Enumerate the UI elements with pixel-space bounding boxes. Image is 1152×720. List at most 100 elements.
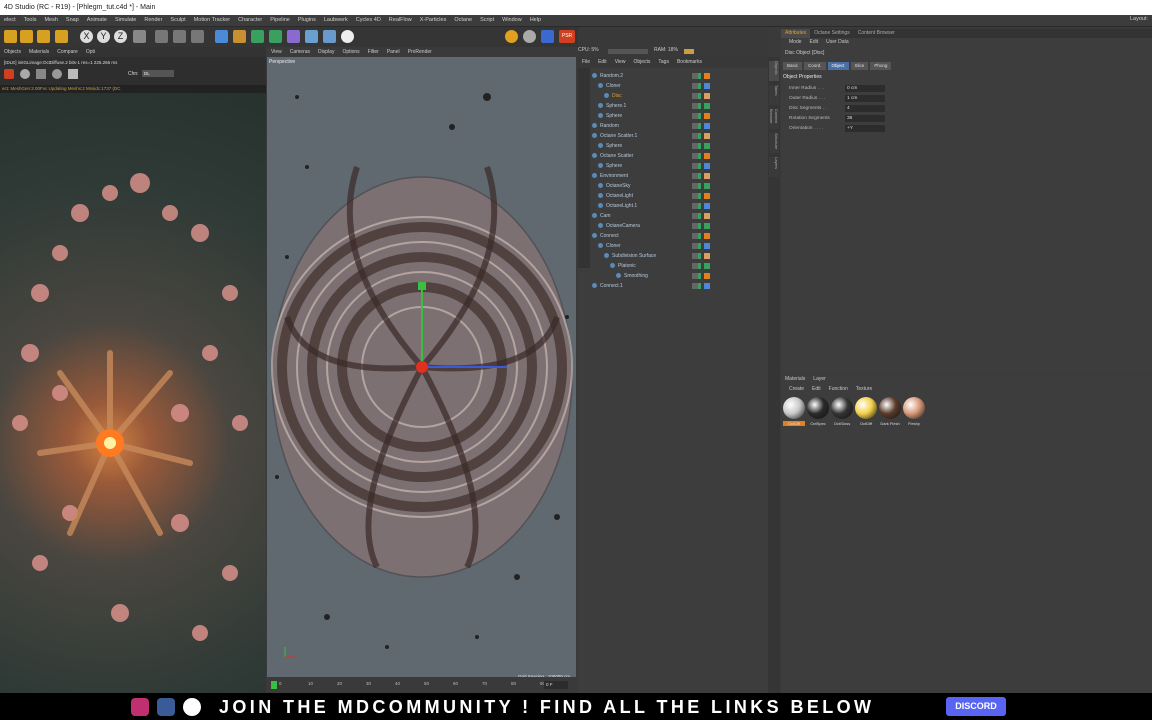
- lock-y-button[interactable]: Y: [97, 30, 110, 43]
- viewport-menu-item[interactable]: Display: [314, 47, 338, 57]
- sphere-preview-icon[interactable]: [52, 69, 62, 79]
- floor-icon[interactable]: [305, 30, 318, 43]
- object-tags-icon[interactable]: [692, 103, 710, 109]
- material-swatch[interactable]: [831, 397, 853, 419]
- object-tags-icon[interactable]: [692, 153, 710, 159]
- material-menu-item[interactable]: Texture: [856, 386, 872, 392]
- object-list-item[interactable]: Environment: [592, 171, 767, 181]
- side-tab[interactable]: Structure: [769, 133, 779, 153]
- object-tags-icon[interactable]: [692, 273, 710, 279]
- s-plugin-icon[interactable]: [505, 30, 518, 43]
- menu-item[interactable]: Cycles 4D: [352, 15, 385, 26]
- object-list-item[interactable]: Random.2: [592, 71, 767, 81]
- object-tags-icon[interactable]: [692, 73, 710, 79]
- rotate-tool-icon[interactable]: [37, 30, 50, 43]
- object-list-item[interactable]: Connect.1: [592, 281, 767, 291]
- menu-item[interactable]: Octane: [450, 15, 476, 26]
- attribute-page-button[interactable]: Phong: [870, 62, 892, 70]
- live-viewer-menu-item[interactable]: Objects: [0, 47, 25, 57]
- discord-badge[interactable]: DISCORD: [946, 697, 1006, 716]
- viewport-menu-item[interactable]: Options: [338, 47, 363, 57]
- menu-item[interactable]: Pipeline: [266, 15, 294, 26]
- menu-item[interactable]: Tools: [20, 15, 41, 26]
- object-list-item[interactable]: OctaneLight: [592, 191, 773, 201]
- material-tab[interactable]: Materials: [781, 375, 809, 384]
- side-tab[interactable]: Objects: [769, 61, 779, 81]
- object-list-item[interactable]: OctaneCamera: [592, 221, 773, 231]
- menu-item[interactable]: Render: [140, 15, 166, 26]
- menu-item[interactable]: Sculpt: [166, 15, 189, 26]
- side-tab[interactable]: Content Browser: [769, 109, 779, 129]
- viewport-menu-item[interactable]: Cameras: [286, 47, 314, 57]
- select-tool-icon[interactable]: [55, 30, 68, 43]
- render-start-icon[interactable]: [20, 69, 30, 79]
- object-list-item[interactable]: Cloner: [592, 81, 773, 91]
- attribute-menu-item[interactable]: Edit: [810, 39, 819, 45]
- viewport-menu-item[interactable]: View: [267, 47, 286, 57]
- attribute-page-button[interactable]: Object: [827, 62, 849, 70]
- layout-label[interactable]: Layout:: [1130, 16, 1148, 22]
- attribute-tab[interactable]: Attributes: [781, 29, 811, 38]
- render-view-icon[interactable]: [155, 30, 168, 43]
- menu-item[interactable]: Simulate: [111, 15, 140, 26]
- live-viewer-menu-item[interactable]: Compare: [53, 47, 82, 57]
- cloner-icon[interactable]: [269, 30, 282, 43]
- side-tab[interactable]: Takes: [769, 85, 779, 105]
- object-tags-icon[interactable]: [692, 213, 710, 219]
- lock-z-button[interactable]: Z: [114, 30, 127, 43]
- object-tags-icon[interactable]: [692, 93, 710, 99]
- youtube-icon[interactable]: [183, 698, 201, 716]
- camera-icon[interactable]: [323, 30, 336, 43]
- object-list-item[interactable]: Platonic: [592, 261, 785, 271]
- perspective-viewport[interactable]: View Cameras Display Options Filter Panel ProR…: [267, 47, 576, 693]
- object-manager-menu-item[interactable]: Bookmarks: [673, 57, 706, 68]
- object-manager-menu-item[interactable]: Objects: [629, 57, 654, 68]
- object-list-item[interactable]: OctaneSky: [592, 181, 773, 191]
- timeline[interactable]: 0 10 20 30 40 50 60 70 80 90 0 F: [267, 677, 576, 693]
- material-swatch[interactable]: [855, 397, 877, 419]
- object-list-item[interactable]: Sphere: [592, 111, 773, 121]
- lock-x-button[interactable]: X: [80, 30, 93, 43]
- attribute-tab[interactable]: Octane Settings: [810, 29, 854, 38]
- attribute-menu-item[interactable]: Mode: [789, 39, 802, 45]
- settings-icon[interactable]: [68, 69, 78, 79]
- menu-item[interactable]: Laubwerk: [320, 15, 352, 26]
- record-icon[interactable]: [4, 69, 14, 79]
- property-value-field[interactable]: 4: [845, 105, 885, 112]
- material-swatch[interactable]: [807, 397, 829, 419]
- object-list-item[interactable]: Sphere: [592, 161, 773, 171]
- menu-item[interactable]: Character: [234, 15, 266, 26]
- object-tags-icon[interactable]: [692, 163, 710, 169]
- object-list-item[interactable]: Random: [592, 121, 767, 131]
- menu-item[interactable]: Script: [476, 15, 498, 26]
- attribute-page-button[interactable]: Basic: [783, 62, 803, 70]
- object-list-item[interactable]: Cam: [592, 211, 767, 221]
- object-tags-icon[interactable]: [692, 203, 710, 209]
- material-menu-item[interactable]: Edit: [812, 386, 821, 392]
- property-value-field[interactable]: 0 cm: [845, 85, 885, 92]
- object-tags-icon[interactable]: [692, 283, 710, 289]
- viewport-menu-item[interactable]: Panel: [383, 47, 404, 57]
- material-menu-item[interactable]: Create: [789, 386, 804, 392]
- live-viewer-menu-item[interactable]: Opti: [82, 47, 99, 57]
- object-list-item[interactable]: Octane Scatter: [592, 151, 767, 161]
- object-list-item[interactable]: OctaneLight.1: [592, 201, 773, 211]
- instagram-icon[interactable]: [131, 698, 149, 716]
- menu-item[interactable]: Window: [498, 15, 526, 26]
- side-tab[interactable]: Layers: [769, 157, 779, 177]
- menu-item[interactable]: X-Particles: [416, 15, 451, 26]
- coordinate-system-icon[interactable]: [133, 30, 146, 43]
- viewport-menu-item[interactable]: ProRender: [404, 47, 436, 57]
- render-picture-viewer-icon[interactable]: [173, 30, 186, 43]
- object-list-item[interactable]: Sphere: [592, 141, 773, 151]
- move-tool-icon[interactable]: [4, 30, 17, 43]
- light-icon[interactable]: [341, 30, 354, 43]
- object-manager-menu-item[interactable]: Tags: [654, 57, 673, 68]
- object-list-item[interactable]: Smoothing: [592, 271, 791, 281]
- material-swatch[interactable]: [783, 397, 805, 419]
- subdivision-icon[interactable]: [251, 30, 264, 43]
- menu-item[interactable]: Animate: [83, 15, 111, 26]
- object-tags-icon[interactable]: [692, 143, 710, 149]
- render-settings-icon[interactable]: [191, 30, 204, 43]
- object-tags-icon[interactable]: [692, 253, 710, 259]
